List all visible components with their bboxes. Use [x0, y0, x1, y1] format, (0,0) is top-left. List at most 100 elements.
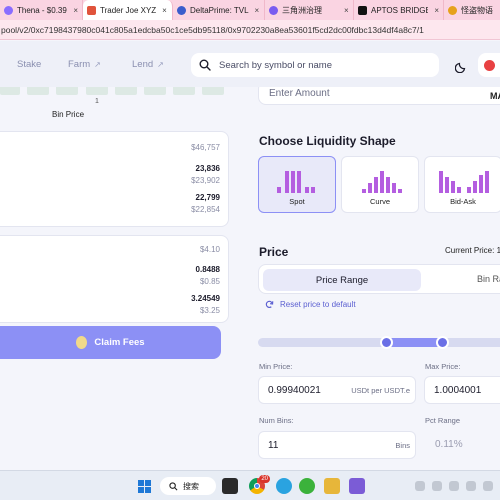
- thena-favicon-icon: [4, 5, 13, 15]
- slider-selected-range: [387, 338, 442, 347]
- reset-price-link[interactable]: Reset price to default: [265, 300, 356, 309]
- claim-fees-label: Claim Fees: [94, 337, 145, 348]
- price-mode-tabs: Price Range Bin Ra: [258, 264, 500, 294]
- tab-label: DeltaPrime: TVL: [190, 5, 249, 15]
- fee-y-usd: $3.25: [199, 306, 220, 315]
- task-view-icon[interactable]: [222, 478, 238, 494]
- wechat-icon[interactable]: [299, 478, 315, 494]
- claim-fees-button[interactable]: Claim Fees: [0, 326, 221, 359]
- nav-label: Lend: [132, 59, 154, 70]
- num-bins-value: 11: [268, 440, 279, 451]
- external-link-icon: ↗: [94, 60, 101, 69]
- fees-total: $4.10: [199, 245, 220, 254]
- nav-label: Stake: [17, 59, 42, 70]
- tab-delta-governance[interactable]: 三角洲治理 ×: [265, 0, 354, 20]
- tab-trader-joe[interactable]: Trader Joe XYZ ×: [83, 0, 173, 20]
- app-icon[interactable]: [324, 478, 340, 494]
- main-content: 1 Bin Price $46,757 23,836 $23,902 22,79…: [0, 87, 500, 470]
- taskbar-search[interactable]: 搜索: [160, 477, 216, 495]
- notification-badge: 20: [259, 475, 270, 483]
- shape-label: Spot: [289, 197, 305, 206]
- min-price-unit: USDt per USDT.e: [351, 386, 410, 395]
- tab-close-icon[interactable]: ×: [344, 6, 349, 15]
- curve-shape-icon: [362, 171, 402, 193]
- liquidity-total: $46,757: [191, 143, 220, 152]
- current-price-label: Current Price: 1: [445, 246, 500, 255]
- coin-icon: [76, 336, 88, 349]
- min-price-input[interactable]: 0.99940021 USDt per USDT.e: [258, 376, 416, 404]
- system-tray-icon[interactable]: [415, 481, 425, 491]
- windows-start-icon[interactable]: [136, 478, 152, 494]
- guaidao-favicon-icon: [448, 5, 457, 15]
- system-tray-icon[interactable]: [483, 481, 493, 491]
- amount-placeholder: Enter Amount: [269, 87, 330, 99]
- telegram-icon[interactable]: [276, 478, 292, 494]
- tab-close-icon[interactable]: ×: [162, 6, 167, 15]
- token-x-usd: $23,902: [191, 176, 220, 185]
- tab-deltaprime[interactable]: DeltaPrime: TVL ×: [173, 0, 265, 20]
- bin-price-label: Bin Price: [52, 110, 85, 119]
- fee-y-amount: 3.24549: [191, 294, 220, 303]
- tab-label: Trader Joe XYZ: [100, 5, 157, 15]
- app-icon[interactable]: [349, 478, 365, 494]
- price-title: Price: [259, 245, 289, 259]
- nav-stake[interactable]: Stake: [17, 59, 41, 70]
- trader-joe-favicon-icon: [87, 5, 96, 15]
- shape-label: Curve: [369, 197, 390, 206]
- browser-tab-strip: Thena - $0.396 × Trader Joe XYZ × DeltaP…: [0, 0, 500, 20]
- tab-close-icon[interactable]: ×: [434, 6, 439, 15]
- tab-close-icon[interactable]: ×: [73, 6, 78, 15]
- search-input[interactable]: Search by symbol or name: [191, 53, 439, 77]
- theme-toggle-button[interactable]: [450, 55, 472, 77]
- taskbar-search-label: 搜索: [183, 481, 199, 491]
- slider-max-thumb[interactable]: [436, 336, 449, 349]
- windows-logo-icon: [137, 479, 151, 493]
- token-y-usd: $22,854: [191, 205, 220, 214]
- shape-bid-ask-option[interactable]: Bid-Ask: [424, 156, 500, 213]
- chrome-icon[interactable]: 20: [249, 475, 270, 494]
- max-button[interactable]: MA: [490, 91, 500, 101]
- price-range-slider[interactable]: [258, 336, 500, 349]
- fee-x-usd: $0.85: [199, 277, 220, 286]
- search-icon: [169, 481, 178, 490]
- system-tray-icon[interactable]: [449, 481, 459, 491]
- tab-label: 怪盗物语: [461, 5, 493, 15]
- nav-farm[interactable]: Farm ↗: [68, 59, 101, 70]
- avalanche-icon: [484, 59, 495, 71]
- tab-guaidao[interactable]: 怪盗物语: [444, 0, 500, 20]
- liquidity-shape-title: Choose Liquidity Shape: [259, 134, 396, 148]
- amount-input[interactable]: Enter Amount: [258, 87, 500, 105]
- max-price-input[interactable]: 1.0004001: [424, 376, 500, 404]
- refresh-icon: [265, 300, 274, 308]
- network-button[interactable]: [478, 53, 500, 77]
- num-bins-input[interactable]: 11 Bins: [258, 431, 416, 459]
- tab-aptos-bridge[interactable]: APTOS BRIDGE ×: [354, 0, 444, 20]
- bin-chart-strip: [0, 87, 230, 99]
- bin-tick-label: 1: [95, 98, 99, 105]
- deltaprime-favicon-icon: [177, 5, 186, 15]
- bin-bar: [0, 87, 20, 95]
- tab-thena[interactable]: Thena - $0.396 ×: [0, 0, 83, 20]
- shape-spot-option[interactable]: Spot: [258, 156, 336, 213]
- tab-price-range[interactable]: Price Range: [263, 269, 421, 291]
- bin-bar: [27, 87, 49, 95]
- system-tray-icon[interactable]: [432, 481, 442, 491]
- url-text[interactable]: pool/v2/0xc7198437980c041c805a1edcba50c1…: [1, 25, 424, 35]
- bin-bar: [115, 87, 137, 95]
- shape-curve-option[interactable]: Curve: [341, 156, 419, 213]
- aptos-favicon-icon: [358, 5, 367, 15]
- max-price-value: 1.0004001: [434, 385, 482, 396]
- address-bar[interactable]: pool/v2/0xc7198437980c041c805a1edcba50c1…: [0, 20, 500, 40]
- tab-label: Thena - $0.396: [17, 5, 68, 15]
- tab-bin-range[interactable]: Bin Ra: [477, 274, 500, 284]
- nav-lend[interactable]: Lend ↗: [132, 59, 164, 70]
- bin-bar: [144, 87, 166, 95]
- pct-range-value: 0.11%: [435, 439, 463, 450]
- token-y-amount: 22,799: [195, 193, 220, 202]
- tab-label: 三角洲治理: [282, 5, 322, 15]
- nav-label: Farm: [68, 59, 91, 70]
- slider-min-thumb[interactable]: [380, 336, 393, 349]
- tab-close-icon[interactable]: ×: [255, 6, 260, 15]
- system-tray-icon[interactable]: [466, 481, 476, 491]
- bin-bar: [86, 87, 108, 95]
